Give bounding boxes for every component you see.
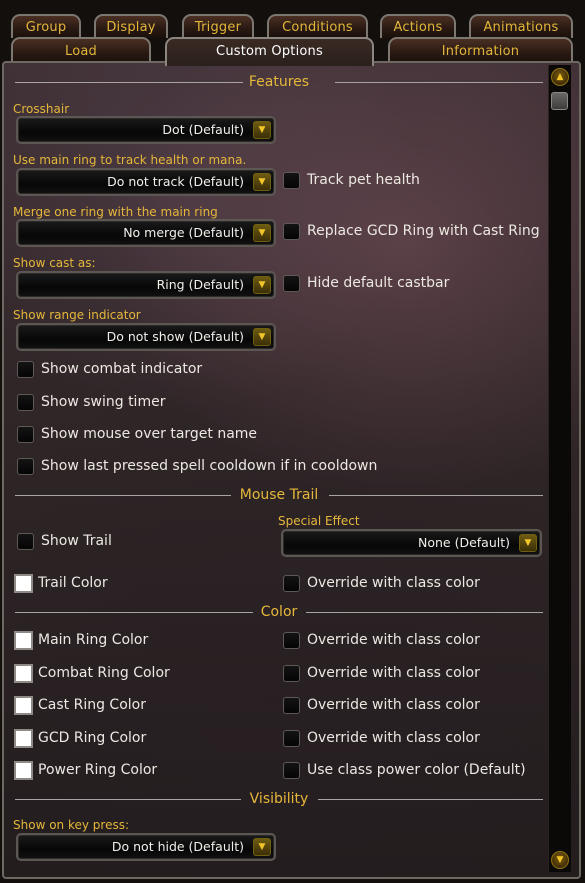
combat-ring-color-label: Combat Ring Color: [38, 665, 170, 681]
main-ring-override-checkbox[interactable]: [283, 632, 300, 649]
cast-ring-override-label: Override with class color: [307, 697, 480, 713]
chevron-down-icon[interactable]: ▼: [253, 173, 271, 191]
power-ring-color-swatch[interactable]: [14, 761, 33, 780]
show-trail-checkbox[interactable]: [17, 533, 34, 550]
tab-conditions[interactable]: Conditions: [267, 14, 368, 38]
chevron-down-icon[interactable]: ▼: [253, 328, 271, 346]
section-title-color: Color: [260, 604, 298, 620]
show-mouseover-name-checkbox[interactable]: [17, 426, 34, 443]
section-title-features: Features: [248, 74, 310, 90]
section-title-mouse-trail: Mouse Trail: [239, 487, 319, 503]
tab-load[interactable]: Load: [11, 37, 151, 63]
tab-trigger[interactable]: Trigger: [182, 14, 254, 38]
hide-castbar-checkbox[interactable]: [283, 275, 300, 292]
scroll-down-icon[interactable]: ▼: [551, 851, 569, 869]
tab-group[interactable]: Group: [11, 14, 81, 38]
show-last-spell-cd-label: Show last pressed spell cooldown if in c…: [41, 458, 378, 474]
show-trail-label: Show Trail: [41, 533, 112, 549]
cast-ring-color-label: Cast Ring Color: [38, 697, 146, 713]
power-ring-color-label: Power Ring Color: [38, 762, 158, 778]
merge-ring-label: Merge one ring with the main ring: [13, 205, 218, 219]
merge-ring-dropdown[interactable]: No merge (Default) ▼: [16, 219, 276, 247]
chevron-down-icon[interactable]: ▼: [253, 276, 271, 294]
crosshair-dropdown[interactable]: Dot (Default) ▼: [16, 116, 276, 144]
tab-animations[interactable]: Animations: [469, 14, 573, 38]
main-ring-color-swatch[interactable]: [14, 631, 33, 650]
section-header-color: Color: [15, 603, 543, 621]
show-cast-as-dropdown[interactable]: Ring (Default) ▼: [16, 271, 276, 299]
range-indicator-value: Do not show (Default): [106, 329, 244, 344]
chevron-down-icon[interactable]: ▼: [253, 224, 271, 242]
track-pet-health-checkbox[interactable]: [283, 172, 300, 189]
track-pet-health-label: Track pet health: [307, 172, 420, 188]
show-combat-indicator-label: Show combat indicator: [41, 361, 203, 377]
trail-override-class-checkbox[interactable]: [283, 575, 300, 592]
cast-ring-override-checkbox[interactable]: [283, 697, 300, 714]
merge-ring-value: No merge (Default): [123, 225, 244, 240]
section-header-features: Features: [15, 73, 543, 91]
range-indicator-label: Show range indicator: [13, 308, 141, 322]
tab-information[interactable]: Information: [388, 37, 573, 63]
show-swing-timer-checkbox[interactable]: [17, 394, 34, 411]
gcd-ring-override-checkbox[interactable]: [283, 730, 300, 747]
chevron-down-icon[interactable]: ▼: [519, 534, 537, 552]
crosshair-value: Dot (Default): [162, 122, 244, 137]
chevron-down-icon[interactable]: ▼: [253, 838, 271, 856]
section-header-mouse-trail: Mouse Trail: [15, 486, 543, 504]
show-on-key-press-value: Do not hide (Default): [111, 839, 244, 854]
show-combat-indicator-checkbox[interactable]: [17, 361, 34, 378]
hide-castbar-label: Hide default castbar: [307, 275, 450, 291]
power-ring-class-power-label: Use class power color (Default): [307, 762, 526, 778]
cast-ring-color-swatch[interactable]: [14, 696, 33, 715]
show-on-key-press-label: Show on key press:: [13, 818, 129, 832]
special-effect-label: Special Effect: [278, 514, 360, 528]
scroll-up-icon[interactable]: ▲: [551, 68, 569, 86]
main-ring-track-label: Use main ring to track health or mana.: [13, 153, 247, 167]
trail-color-swatch[interactable]: [14, 574, 33, 593]
gcd-ring-color-label: GCD Ring Color: [38, 730, 147, 746]
main-ring-color-label: Main Ring Color: [38, 632, 149, 648]
special-effect-dropdown[interactable]: None (Default) ▼: [281, 529, 542, 557]
main-ring-track-value: Do not track (Default): [107, 174, 244, 189]
special-effect-value: None (Default): [417, 535, 510, 550]
gcd-ring-override-label: Override with class color: [307, 730, 480, 746]
section-header-visibility: Visibility: [15, 790, 543, 808]
section-title-visibility: Visibility: [249, 791, 309, 807]
tab-actions[interactable]: Actions: [380, 14, 456, 38]
combat-ring-override-checkbox[interactable]: [283, 665, 300, 682]
gcd-ring-color-swatch[interactable]: [14, 729, 33, 748]
trail-override-class-label: Override with class color: [307, 575, 480, 591]
scrollbar-track[interactable]: [548, 65, 571, 872]
tab-display[interactable]: Display: [94, 14, 168, 38]
scrollbar-thumb[interactable]: [551, 92, 568, 110]
replace-gcd-checkbox[interactable]: [283, 223, 300, 240]
show-on-key-press-dropdown[interactable]: Do not hide (Default) ▼: [16, 833, 276, 861]
combat-ring-override-label: Override with class color: [307, 665, 480, 681]
main-ring-track-dropdown[interactable]: Do not track (Default) ▼: [16, 168, 276, 196]
trail-color-label: Trail Color: [38, 575, 108, 591]
chevron-down-icon[interactable]: ▼: [253, 121, 271, 139]
show-cast-as-label: Show cast as:: [13, 256, 96, 270]
combat-ring-color-swatch[interactable]: [14, 664, 33, 683]
range-indicator-dropdown[interactable]: Do not show (Default) ▼: [16, 323, 276, 351]
crosshair-label: Crosshair: [13, 102, 70, 116]
show-cast-as-value: Ring (Default): [156, 277, 244, 292]
show-mouseover-name-label: Show mouse over target name: [41, 426, 258, 442]
replace-gcd-label: Replace GCD Ring with Cast Ring: [307, 223, 540, 239]
show-last-spell-cd-checkbox[interactable]: [17, 458, 34, 475]
power-ring-class-power-checkbox[interactable]: [283, 762, 300, 779]
main-ring-override-label: Override with class color: [307, 632, 480, 648]
show-swing-timer-label: Show swing timer: [41, 394, 166, 410]
tab-custom-options[interactable]: Custom Options: [165, 37, 374, 66]
